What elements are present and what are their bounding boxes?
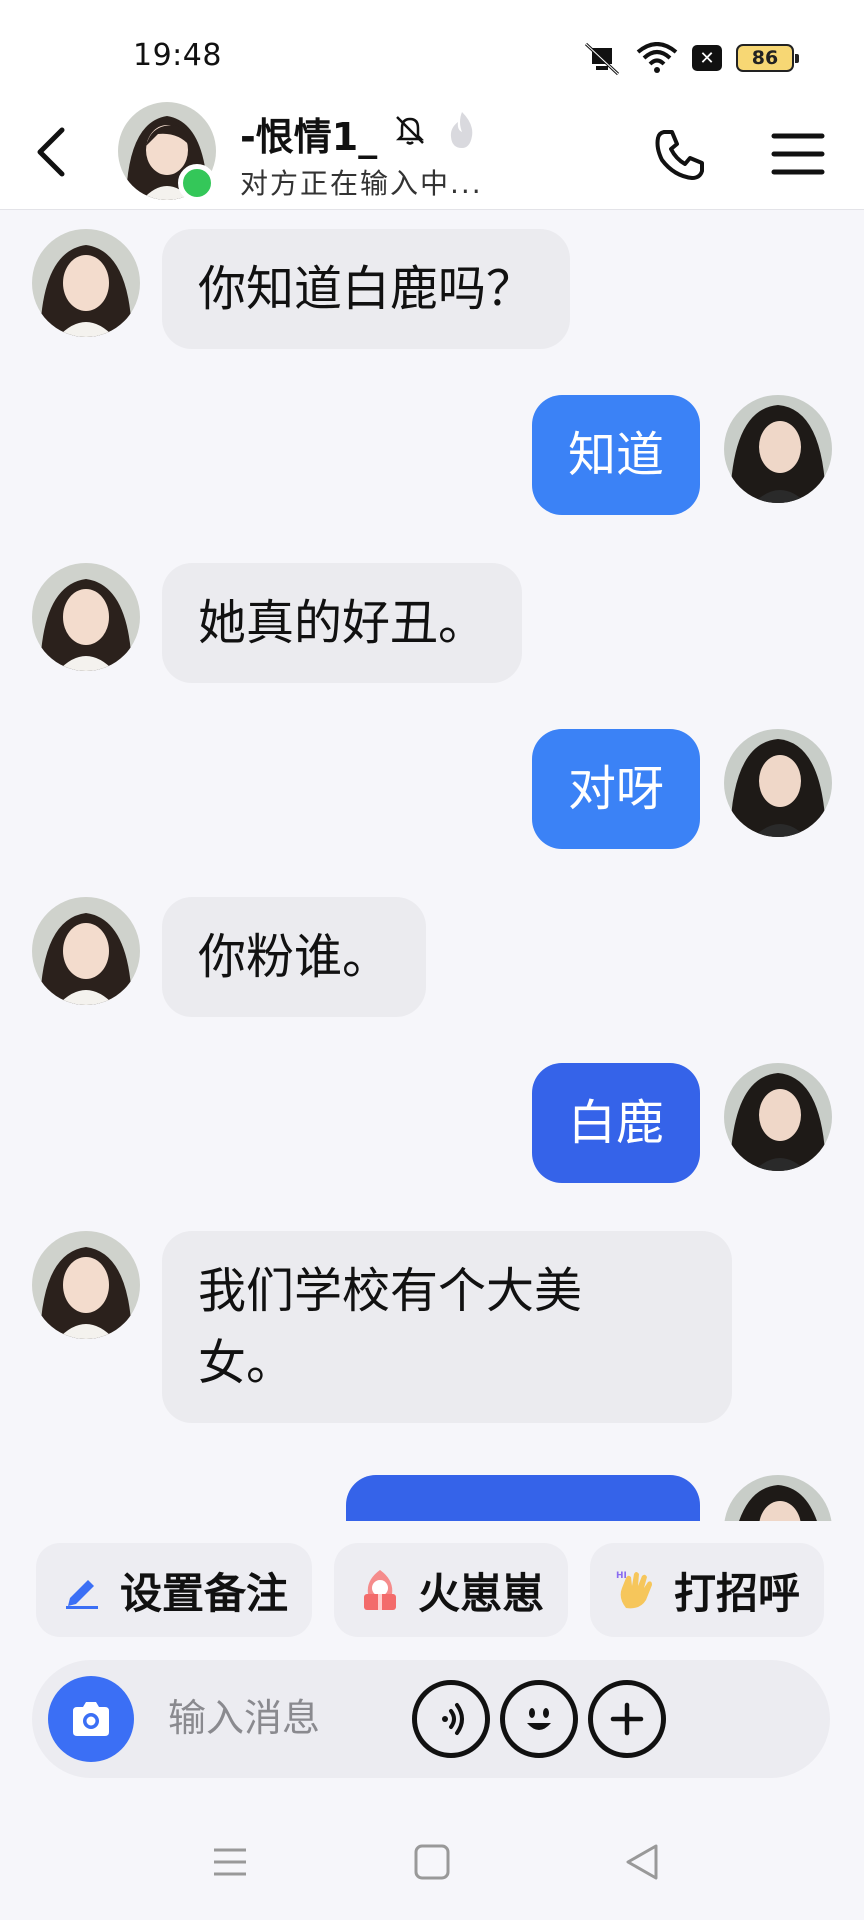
outgoing-message[interactable] xyxy=(346,1475,700,1521)
incoming-message[interactable]: 你知道白鹿吗？ xyxy=(162,229,571,349)
chip-label: 设置备注 xyxy=(120,1568,289,1618)
quick-actions: 设置备注 火崽崽 HI 打招呼 xyxy=(0,1521,864,1651)
chat-screen: 19:48 ✕ 86 -恨情1_ 对方正在输入中... 你知道白鹿吗？ 知道 她… xyxy=(0,0,864,1920)
message-list[interactable]: 你知道白鹿吗？ 知道 她真的好丑。 对呀 你粉谁。 白鹿 我们学校有个大美 女。 xyxy=(0,211,864,1521)
fire-mascot-chip[interactable]: 火崽崽 xyxy=(334,1543,569,1637)
plus-icon xyxy=(610,1702,644,1736)
battery-icon: 86 xyxy=(736,44,799,72)
self-avatar[interactable] xyxy=(724,1063,832,1171)
contact-avatar-small[interactable] xyxy=(32,563,140,671)
mascot-icon xyxy=(358,1568,402,1612)
status-time: 19:48 xyxy=(133,38,222,73)
back-icon[interactable] xyxy=(24,122,84,182)
wave-hand-icon: HI xyxy=(614,1568,658,1612)
outgoing-message[interactable]: 知道 xyxy=(531,395,700,515)
self-avatar[interactable] xyxy=(724,729,832,837)
incoming-message[interactable]: 我们学校有个大美 女。 xyxy=(162,1231,732,1423)
message-row xyxy=(0,1475,864,1521)
battery-level: 86 xyxy=(751,47,779,69)
phone-icon[interactable] xyxy=(650,124,710,184)
online-indicator xyxy=(178,164,216,202)
contact-avatar-small[interactable] xyxy=(32,897,140,1005)
message-row: 你粉谁。 xyxy=(0,897,864,1017)
menu-icon[interactable] xyxy=(770,130,826,178)
message-row: 她真的好丑。 xyxy=(0,563,864,683)
incoming-message[interactable]: 你粉谁。 xyxy=(162,897,427,1017)
camera-icon xyxy=(73,1702,109,1736)
self-avatar[interactable] xyxy=(724,395,832,503)
more-button[interactable] xyxy=(588,1680,666,1758)
contact-name[interactable]: -恨情1_ xyxy=(240,106,377,161)
status-bar: 19:48 ✕ 86 xyxy=(0,0,864,100)
message-input-bar xyxy=(32,1660,830,1778)
wifi-icon xyxy=(636,42,678,73)
outgoing-message[interactable]: 对呀 xyxy=(531,729,700,849)
mute-icon xyxy=(584,42,620,76)
message-row: 你知道白鹿吗？ xyxy=(0,229,864,349)
flame-icon xyxy=(450,112,473,148)
no-sim-icon: ✕ xyxy=(692,45,722,71)
self-avatar[interactable] xyxy=(724,1475,832,1521)
camera-button[interactable] xyxy=(48,1676,134,1762)
system-nav-bar xyxy=(0,1800,864,1920)
voice-icon xyxy=(442,1703,464,1735)
contact-avatar-small[interactable] xyxy=(32,229,140,337)
incoming-message[interactable]: 她真的好丑。 xyxy=(162,563,523,683)
message-row: 白鹿 xyxy=(0,1063,864,1183)
set-remark-chip[interactable]: 设置备注 xyxy=(36,1543,313,1637)
contact-avatar-small[interactable] xyxy=(32,1231,140,1339)
message-row: 知道 xyxy=(0,395,864,515)
chip-label: 打招呼 xyxy=(674,1568,801,1618)
emoji-icon xyxy=(527,1708,551,1730)
chat-header: -恨情1_ 对方正在输入中... xyxy=(0,100,864,210)
recents-icon[interactable] xyxy=(208,1840,252,1884)
back-nav-icon[interactable] xyxy=(620,1840,664,1884)
message-row: 对呀 xyxy=(0,729,864,849)
voice-button[interactable] xyxy=(412,1680,490,1758)
home-icon[interactable] xyxy=(410,1840,454,1884)
say-hi-chip[interactable]: HI 打招呼 xyxy=(590,1543,825,1637)
emoji-button[interactable] xyxy=(500,1680,578,1758)
status-icons: ✕ 86 xyxy=(582,40,799,76)
bell-off-icon xyxy=(395,116,425,145)
svg-text:HI: HI xyxy=(616,1571,627,1581)
message-row: 我们学校有个大美 女。 xyxy=(0,1231,864,1431)
chip-label: 火崽崽 xyxy=(418,1568,545,1618)
pencil-icon xyxy=(60,1568,104,1612)
outgoing-message[interactable]: 白鹿 xyxy=(531,1063,700,1183)
typing-status: 对方正在输入中... xyxy=(240,167,483,200)
